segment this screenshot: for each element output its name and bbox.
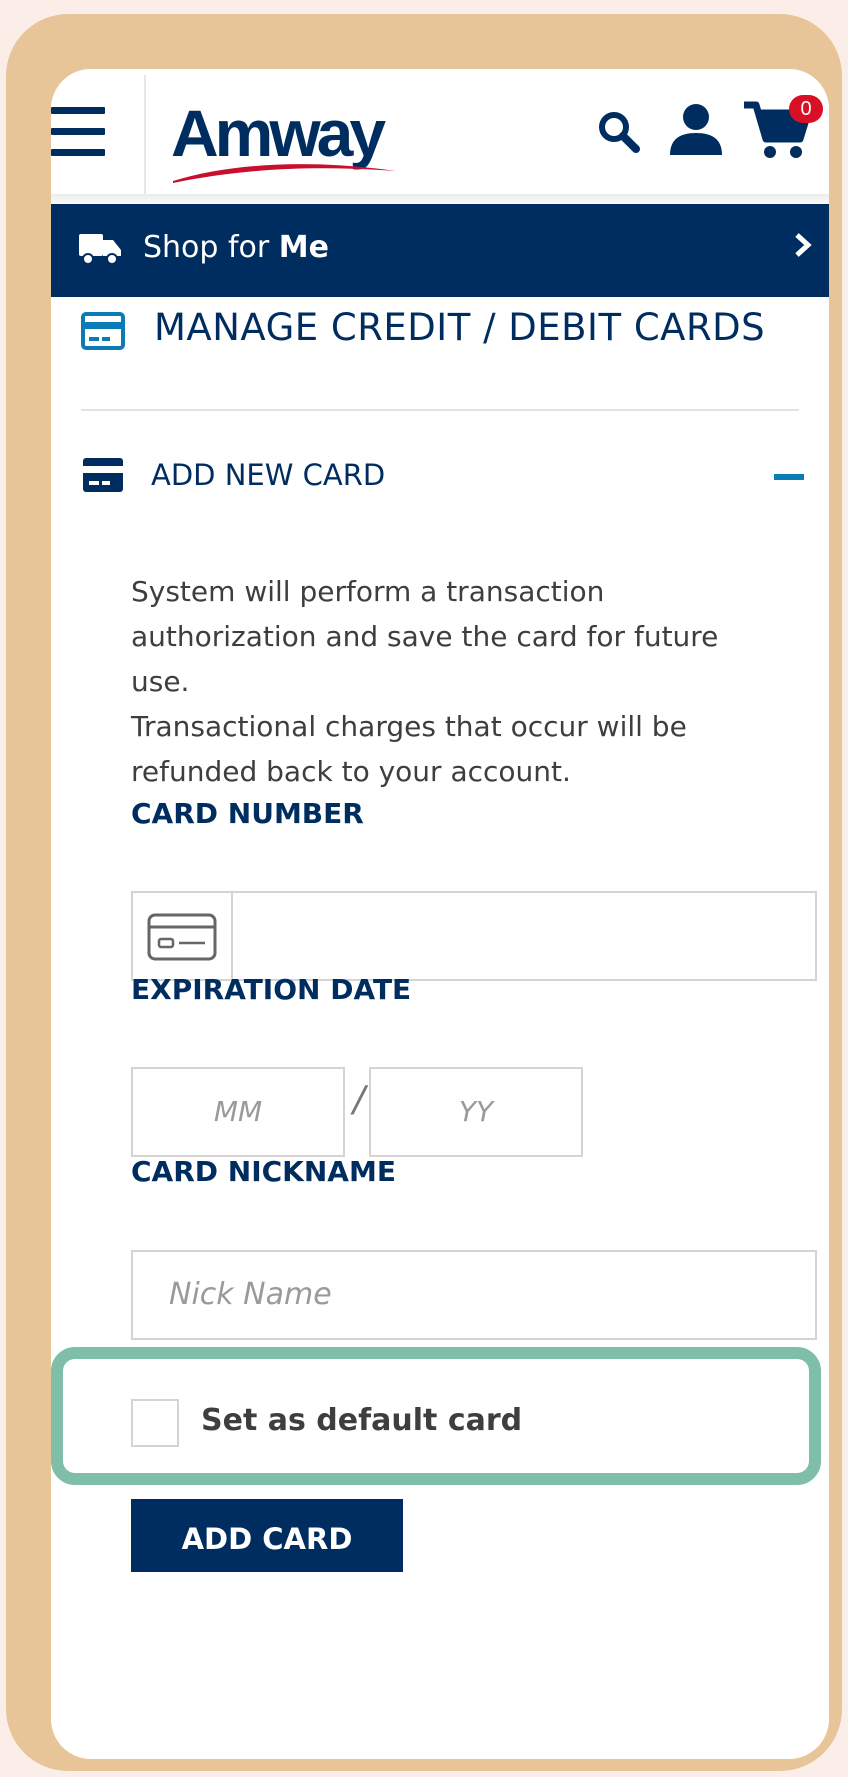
logo-swoosh-icon (173, 164, 396, 183)
shop-for-bar[interactable]: Shop for Me (51, 204, 829, 297)
expiration-year-input[interactable]: YY (369, 1067, 583, 1157)
info-text: System will perform a transaction author… (131, 569, 771, 794)
device-frame: Amway 0 Shop for Me MANAGE CREDIT / DEBI… (6, 14, 842, 1771)
site-header: Amway 0 (51, 69, 829, 197)
header-divider (144, 75, 146, 197)
add-card-button[interactable]: ADD CARD (131, 1499, 403, 1572)
user-icon[interactable] (668, 103, 724, 155)
card-number-prefix (131, 891, 233, 981)
hamburger-icon[interactable] (51, 107, 105, 156)
card-number-input[interactable] (231, 891, 817, 981)
credit-card-icon (81, 312, 125, 350)
search-icon[interactable] (596, 109, 640, 153)
info-line-refund: Transactional charges that occur will be… (131, 710, 687, 788)
card-number-label: CARD NUMBER (131, 797, 364, 830)
default-card-checkbox[interactable] (131, 1399, 179, 1447)
date-separator: / (353, 1079, 366, 1120)
add-new-card-heading[interactable]: ADD NEW CARD (151, 458, 385, 492)
page-title: MANAGE CREDIT / DEBIT CARDS (154, 306, 766, 349)
expiration-month-input[interactable]: MM (131, 1067, 345, 1157)
header-shadow (51, 194, 829, 204)
minus-icon[interactable] (774, 474, 804, 480)
cart-count-badge: 0 (789, 95, 823, 123)
shop-for-label: Shop for Me (143, 230, 329, 265)
divider (81, 409, 799, 411)
credit-card-icon (83, 458, 123, 492)
amway-logo[interactable]: Amway (171, 95, 401, 185)
expiration-date-label: EXPIRATION DATE (131, 973, 412, 1006)
card-nickname-input[interactable]: Nick Name (131, 1250, 817, 1340)
info-line-authorization: System will perform a transaction author… (131, 575, 719, 698)
credit-card-icon (147, 913, 217, 961)
default-card-label[interactable]: Set as default card (201, 1403, 522, 1438)
card-nickname-label: CARD NICKNAME (131, 1155, 396, 1188)
phone-screen: Amway 0 Shop for Me MANAGE CREDIT / DEBI… (51, 69, 829, 1759)
truck-icon (79, 234, 121, 265)
chevron-right-icon[interactable] (793, 232, 813, 258)
